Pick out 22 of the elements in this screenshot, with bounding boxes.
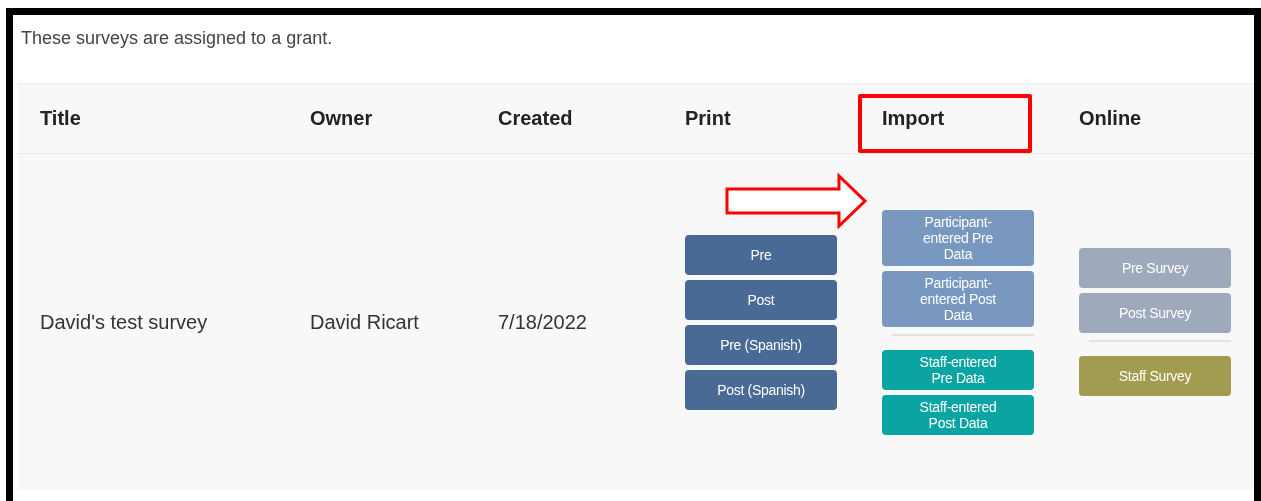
survey-button[interactable]: Pre Survey <box>1079 248 1231 288</box>
print-button[interactable]: Post <box>685 279 837 320</box>
column-header: Import <box>882 107 945 130</box>
import-button[interactable]: Participant-entered Post Data <box>882 270 1034 327</box>
import-button[interactable]: Staff-entered Post Data <box>882 394 1034 435</box>
import-button[interactable]: Participant-entered Pre Data <box>882 209 1034 266</box>
intro-text: These surveys are assigned to a grant. <box>21 27 333 49</box>
column-header: Title <box>40 107 81 130</box>
table-cell: David Ricart <box>310 310 419 334</box>
column-header: Created <box>498 107 573 130</box>
print-button[interactable]: Pre (Spanish) <box>685 324 837 365</box>
column-header: Print <box>685 107 731 130</box>
column-header: Online <box>1079 107 1142 130</box>
arrow-icon <box>725 173 868 229</box>
column-header: Owner <box>310 107 373 130</box>
print-button[interactable]: Post (Spanish) <box>685 369 837 410</box>
import-button[interactable]: Staff-entered Pre Data <box>882 349 1034 390</box>
survey-button[interactable]: Staff Survey <box>1079 356 1231 396</box>
survey-button[interactable]: Post Survey <box>1079 293 1231 333</box>
table-cell: 7/18/2022 <box>498 310 587 334</box>
table-cell: David's test survey <box>40 310 208 334</box>
print-button[interactable]: Pre <box>685 234 837 275</box>
